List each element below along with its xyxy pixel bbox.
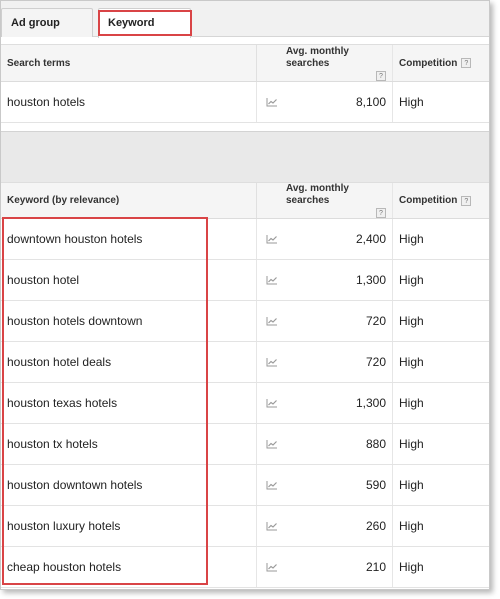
keyword-cell: houston hotels downtown — [7, 314, 143, 328]
competition-cell: High — [392, 506, 489, 546]
column-header-keyword[interactable]: Keyword (by relevance) — [1, 183, 256, 218]
column-header-competition-label: Competition — [399, 57, 458, 69]
table-row[interactable]: houston hotels 8,100 High — [1, 82, 489, 123]
keyword-ideas-header-row: Keyword (by relevance) Avg. monthly sear… — [1, 182, 489, 219]
search-terms-header-row: Search terms Avg. monthly searches ? Com… — [1, 44, 489, 82]
tab-bar: Ad group ideas Keyword ideas — [1, 1, 489, 57]
keyword-cell: downtown houston hotels — [7, 232, 143, 246]
column-header-competition[interactable]: Competition ? — [392, 45, 489, 81]
tab-ad-group-ideas[interactable]: Ad group ideas — [1, 8, 93, 57]
help-icon[interactable]: ? — [376, 208, 386, 218]
table-row[interactable]: houston hotels downtown 720 High — [1, 301, 489, 342]
table-row[interactable]: houston hotel deals 720 High — [1, 342, 489, 383]
competition-cell: High — [392, 82, 489, 122]
avg-searches-cell: 720 — [365, 355, 386, 369]
keyword-cell: houston luxury hotels — [7, 519, 121, 533]
table-row[interactable]: houston downtown hotels 590 High — [1, 465, 489, 506]
avg-searches-cell: 1,300 — [355, 273, 386, 287]
column-header-trend — [256, 183, 286, 218]
avg-searches-cell: 590 — [365, 478, 386, 492]
column-header-search-terms[interactable]: Search terms — [1, 45, 256, 81]
keyword-cell: cheap houston hotels — [7, 560, 122, 574]
trend-chart-icon[interactable] — [256, 424, 286, 464]
column-header-avg-label: Avg. monthly searches — [286, 183, 349, 206]
trend-chart-icon[interactable] — [256, 82, 286, 122]
help-icon[interactable]: ? — [461, 195, 472, 206]
column-header-avg-label: Avg. monthly searches — [286, 45, 349, 69]
avg-searches-cell: 1,300 — [355, 396, 386, 410]
keyword-cell: houston hotels — [7, 95, 86, 109]
keyword-cell: houston texas hotels — [7, 396, 118, 410]
column-header-trend — [256, 45, 286, 81]
trend-chart-icon[interactable] — [256, 219, 286, 259]
column-header-competition[interactable]: Competition ? — [392, 183, 489, 218]
help-icon[interactable]: ? — [376, 70, 386, 81]
column-header-avg-monthly-searches[interactable]: Avg. monthly searches ? — [286, 45, 392, 81]
avg-searches-cell: 2,400 — [355, 232, 386, 246]
trend-chart-icon[interactable] — [256, 342, 286, 382]
avg-searches-cell: 260 — [365, 519, 386, 533]
table-row[interactable]: downtown houston hotels 2,400 High — [1, 219, 489, 260]
help-icon[interactable]: ? — [461, 58, 472, 68]
trend-chart-icon[interactable] — [256, 301, 286, 341]
competition-cell: High — [392, 383, 489, 423]
keyword-cell: houston downtown hotels — [7, 478, 143, 492]
trend-chart-icon[interactable] — [256, 547, 286, 587]
table-row[interactable]: houston luxury hotels 260 High — [1, 506, 489, 547]
keyword-cell: houston hotel — [7, 273, 80, 287]
competition-cell: High — [392, 219, 489, 259]
column-header-competition-label: Competition — [399, 195, 458, 206]
section-divider — [1, 131, 489, 182]
keyword-cell: houston hotel deals — [7, 355, 112, 369]
table-row[interactable]: houston tx hotels 880 High — [1, 424, 489, 465]
column-header-avg-monthly-searches[interactable]: Avg. monthly searches ? — [286, 183, 392, 218]
competition-cell: High — [392, 301, 489, 341]
trend-chart-icon[interactable] — [256, 465, 286, 505]
table-row[interactable]: houston hotel 1,300 High — [1, 260, 489, 301]
avg-searches-cell: 8,100 — [355, 95, 386, 109]
competition-cell: High — [392, 465, 489, 505]
avg-searches-cell: 720 — [365, 314, 386, 328]
trend-chart-icon[interactable] — [256, 506, 286, 546]
keyword-planner-panel: Ad group ideas Keyword ideas Search term… — [0, 0, 490, 590]
table-row[interactable]: cheap houston hotels 210 High — [1, 547, 489, 588]
competition-cell: High — [392, 547, 489, 587]
avg-searches-cell: 880 — [365, 437, 386, 451]
avg-searches-cell: 210 — [365, 560, 386, 574]
competition-cell: High — [392, 342, 489, 382]
table-row[interactable]: houston texas hotels 1,300 High — [1, 383, 489, 424]
trend-chart-icon[interactable] — [256, 383, 286, 423]
tab-keyword-ideas[interactable]: Keyword ideas — [98, 8, 191, 57]
trend-chart-icon[interactable] — [256, 260, 286, 300]
competition-cell: High — [392, 424, 489, 464]
keyword-cell: houston tx hotels — [7, 437, 98, 451]
competition-cell: High — [392, 260, 489, 300]
